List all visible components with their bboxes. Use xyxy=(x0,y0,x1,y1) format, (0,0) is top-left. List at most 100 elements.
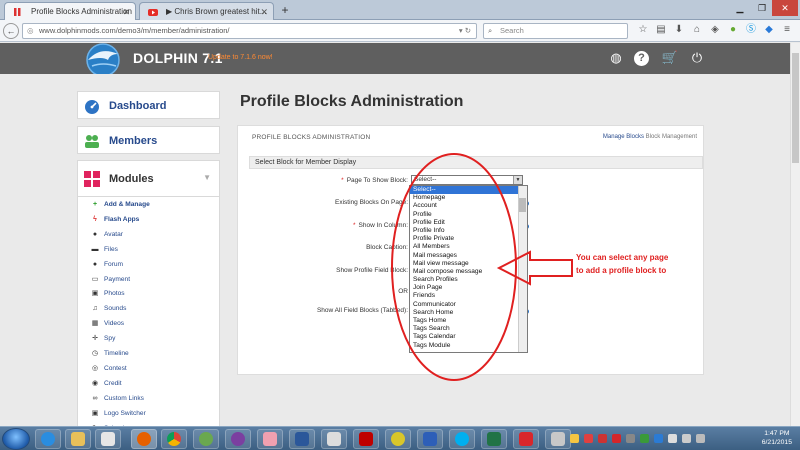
tray-icon[interactable] xyxy=(598,434,607,443)
dropdown-option[interactable]: Mail view message xyxy=(410,260,527,268)
excel-icon[interactable] xyxy=(481,429,507,449)
dropdown-option[interactable]: Profile Private xyxy=(410,235,527,243)
paint-icon[interactable] xyxy=(321,429,347,449)
sidebar-module-item[interactable]: ◷ Timeline xyxy=(90,348,129,360)
sidebar-module-item[interactable]: ♫ Sounds xyxy=(90,303,126,315)
home-icon[interactable]: ⌂ xyxy=(691,24,703,36)
dropdown-option[interactable]: Homepage xyxy=(410,194,527,202)
media-player-icon[interactable] xyxy=(225,429,251,449)
dropdown-option[interactable]: All Members xyxy=(410,243,527,251)
acrobat-icon[interactable] xyxy=(513,429,539,449)
dropdown-option[interactable]: Profile Edit xyxy=(410,219,527,227)
skype-taskbar-icon[interactable] xyxy=(449,429,475,449)
sidebar-module-item[interactable]: ∞ Custom Links xyxy=(90,393,144,405)
sidebar-module-item[interactable]: ✛ Spy xyxy=(90,333,115,345)
close-icon[interactable]: ✕ xyxy=(122,3,130,20)
manage-blocks-link[interactable]: Manage Blocks xyxy=(603,134,644,140)
page-select[interactable]: Select-- ▼ xyxy=(411,175,523,185)
start-button[interactable] xyxy=(2,428,30,450)
chrome-icon[interactable] xyxy=(161,429,187,449)
dropdown-option[interactable]: Search Profiles xyxy=(410,276,527,284)
dropdown-option[interactable]: Tags Search xyxy=(410,325,527,333)
dropdown-option[interactable]: Mail compose message xyxy=(410,268,527,276)
eraser-app-icon[interactable] xyxy=(257,429,283,449)
window-close-button[interactable]: ✕ xyxy=(772,0,798,16)
filezilla-icon[interactable] xyxy=(353,429,379,449)
tray-icon[interactable] xyxy=(626,434,635,443)
dropdown-option[interactable]: Friends xyxy=(410,292,527,300)
dropdown-option[interactable]: Tags Module xyxy=(410,342,527,350)
chevron-down-icon[interactable]: ▼ xyxy=(513,176,522,184)
back-arrow-icon[interactable]: ← xyxy=(3,23,19,39)
sidebar-module-item[interactable]: ● Avatar xyxy=(90,229,123,241)
close-icon[interactable]: ✕ xyxy=(260,3,268,20)
sidebar-module-item[interactable]: + Add & Manage xyxy=(90,199,150,211)
scroll-thumb[interactable] xyxy=(792,53,799,163)
maximize-button[interactable]: ❐ xyxy=(750,0,774,16)
explorer-icon[interactable] xyxy=(65,429,91,449)
minimize-button[interactable]: ▁ xyxy=(728,0,752,16)
sidebar-module-item[interactable]: ▦ Videos xyxy=(90,318,124,330)
tray-icon[interactable] xyxy=(640,434,649,443)
dropdown-option[interactable]: Join Page xyxy=(410,284,527,292)
word-icon[interactable] xyxy=(289,429,315,449)
cart-icon[interactable]: 🛒 xyxy=(661,49,679,67)
tray-icon[interactable] xyxy=(668,434,677,443)
dropdown-option[interactable]: Search Home xyxy=(410,309,527,317)
power-icon[interactable]: ⏻ xyxy=(688,49,706,67)
sidebar-module-item[interactable]: ● Forum xyxy=(90,259,123,271)
sidebar-item-members[interactable]: Members xyxy=(77,126,220,154)
tab-profile-blocks[interactable]: Profile Blocks Administration ✕ xyxy=(4,2,136,20)
sidebar-module-item[interactable]: ▬ Files xyxy=(90,244,118,256)
sidebar-module-item[interactable]: ◉ Credit xyxy=(90,378,122,390)
search-input[interactable]: ⌕ Search xyxy=(483,23,628,39)
dropdown-option[interactable]: Account xyxy=(410,202,527,210)
update-link[interactable]: Update to 7.1.6 now! xyxy=(208,54,273,61)
notes-icon[interactable] xyxy=(95,429,121,449)
new-tab-button[interactable]: + xyxy=(278,2,292,18)
sidebar-module-item[interactable]: ▣ Photos xyxy=(90,288,125,300)
dropdown-option[interactable]: Profile xyxy=(410,211,527,219)
dropdown-option[interactable]: Mail messages xyxy=(410,252,527,260)
sidebar-module-item[interactable]: ▣ Logo Switcher xyxy=(90,408,146,420)
ie-icon[interactable] xyxy=(35,429,61,449)
reload-icon[interactable]: ▾ ↻ xyxy=(459,24,471,38)
dropdown-option[interactable]: Select-- xyxy=(410,186,527,195)
frog-app-icon[interactable] xyxy=(193,429,219,449)
ftp-app-icon[interactable] xyxy=(385,429,411,449)
help-icon[interactable]: ? xyxy=(634,51,649,66)
firefox-icon[interactable] xyxy=(131,429,157,449)
sidebar-module-item[interactable]: ◎ Contest xyxy=(90,363,127,375)
sidebar-module-item[interactable]: ▭ Payment xyxy=(90,274,130,286)
dolphin-logo-icon[interactable] xyxy=(80,40,126,74)
tray-icon[interactable] xyxy=(612,434,621,443)
scroll-thumb[interactable] xyxy=(519,198,526,212)
remote-desktop-icon[interactable] xyxy=(417,429,443,449)
taskbar-clock[interactable]: 1:47 PM 6/21/2015 xyxy=(762,429,792,447)
pocket-icon[interactable]: ◈ xyxy=(709,24,721,36)
volume-icon[interactable] xyxy=(696,434,705,443)
dropdown-scrollbar[interactable] xyxy=(518,186,527,352)
page-scrollbar[interactable] xyxy=(790,43,800,426)
dropdown-option[interactable]: Tags Calendar xyxy=(410,333,527,341)
menu-icon[interactable]: ≡ xyxy=(781,24,793,36)
skype-icon[interactable]: Ⓢ xyxy=(745,24,757,36)
addon-blue-icon[interactable]: ◆ xyxy=(763,24,775,36)
reading-list-icon[interactable]: ▤ xyxy=(655,24,667,36)
sidebar-module-item[interactable]: ϟ Flash Apps xyxy=(90,214,139,226)
dropdown-option[interactable]: Profile Info xyxy=(410,227,527,235)
sidebar-item-modules[interactable]: Modules ▼ xyxy=(77,160,220,197)
globe-icon[interactable]: ◍ xyxy=(607,49,625,67)
dropdown-option[interactable]: Tags Home xyxy=(410,317,527,325)
network-icon[interactable] xyxy=(682,434,691,443)
tray-icon[interactable] xyxy=(584,434,593,443)
page-dropdown-list[interactable]: Select-- Homepage Account Profile Profile Ed… xyxy=(409,185,528,353)
dropdown-option[interactable]: Communicator xyxy=(410,301,527,309)
tab-youtube[interactable]: ▶ Chris Brown greatest hit... ✕ xyxy=(139,2,274,20)
bookmark-star-icon[interactable]: ☆ xyxy=(637,24,649,36)
tray-icon[interactable] xyxy=(570,434,579,443)
sidebar-item-dashboard[interactable]: Dashboard xyxy=(77,91,220,119)
tray-icon[interactable] xyxy=(654,434,663,443)
downloads-icon[interactable]: ⬇ xyxy=(673,24,685,36)
address-bar[interactable]: ◎ www.dolphinmods.com/demo3/m/member/adm… xyxy=(22,23,477,39)
